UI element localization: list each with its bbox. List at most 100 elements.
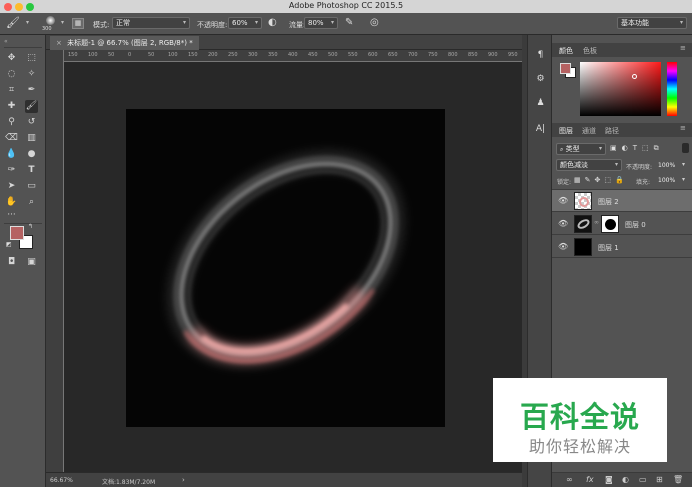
ruler-tick: 550 [348,52,358,58]
path-selection-tool-icon[interactable]: ➤ [5,180,18,193]
flow-input[interactable]: 80% ▾ [304,17,338,29]
dodge-tool-icon[interactable]: ● [25,148,38,161]
move-tool-icon[interactable]: ✥ [5,52,18,65]
properties-panel-icon[interactable]: ⚙ [534,73,547,86]
ruler-tick: 350 [268,52,278,58]
marquee-tool-icon[interactable]: ⬚ [25,52,38,65]
swap-colors-icon[interactable]: ↰ [28,223,33,230]
brush-picker-arrow-icon[interactable]: ▾ [61,19,64,26]
blur-tool-icon[interactable]: 💧 [5,148,18,161]
lasso-tool-icon[interactable]: ◌ [5,68,18,81]
zoom-tool-icon[interactable]: ⌕ [25,196,38,209]
brush-tool-icon[interactable]: 🖌 [6,16,20,29]
chevron-down-icon[interactable]: ▾ [682,176,685,183]
tab-color[interactable]: 颜色 [559,46,573,56]
quick-mask-icon[interactable]: ◘ [5,256,18,269]
flow-label: 流量: [289,21,306,29]
airbrush-icon[interactable]: ✎ [345,17,353,28]
add-mask-icon[interactable]: ◙ [605,475,613,484]
hue-slider[interactable] [667,62,677,116]
color-field[interactable] [580,62,661,116]
panel-collapse-icon[interactable]: « [4,38,8,45]
layer-filter-icons[interactable]: ▣◐T⬚⧉ [610,144,664,153]
hand-tool-icon[interactable]: ✋ [5,196,18,209]
brush-size-label: 300 [42,26,52,32]
adjustment-layer-icon[interactable]: ◐ [622,475,629,484]
pen-tool-icon[interactable]: ✑ [5,164,18,177]
close-tab-icon[interactable]: × [56,39,62,47]
visibility-eye-icon[interactable]: 👁 [558,242,568,251]
screen-mode-icon[interactable]: ▣ [25,256,38,269]
color-panel-fg-swatch[interactable] [560,63,571,74]
pressure-size-icon[interactable]: ◎ [370,17,379,28]
layer-row[interactable]: 👁 ∞ 图层 0 [552,213,692,235]
flow-value: 80% [308,19,324,27]
delete-layer-icon[interactable]: 🗑 [673,475,683,484]
layer-opacity-value[interactable]: 100% [658,162,675,169]
horizontal-ruler[interactable]: 150 100 50 0 50 100 150 200 250 300 350 … [64,50,522,62]
fill-value[interactable]: 100% [658,177,675,184]
character-panel-icon[interactable]: A| [534,123,547,136]
status-menu-arrow-icon[interactable]: › [182,476,185,484]
workspace-switcher[interactable]: 基本功能 ▾ [617,17,687,29]
visibility-eye-icon[interactable]: 👁 [558,219,568,228]
gradient-tool-icon[interactable]: ▥ [25,132,38,145]
new-layer-icon[interactable]: ⊞ [656,475,663,484]
healing-brush-tool-icon[interactable]: ✚ [5,100,18,113]
layer-thumbnail [574,215,592,233]
layer-style-icon[interactable]: fx [586,475,594,484]
default-colors-icon[interactable]: ◩ [6,241,12,248]
brush-panel-toggle-icon[interactable]: ▦ [72,18,84,29]
mask-link-icon[interactable]: ∞ [594,219,599,226]
zoom-level[interactable]: 66.67% [50,477,73,484]
tab-paths[interactable]: 路径 [605,126,619,136]
clone-stamp-tool-icon[interactable]: ⚲ [5,116,18,129]
pressure-opacity-icon[interactable]: ◐ [268,17,277,28]
tab-swatches[interactable]: 色板 [583,46,597,56]
document-tab[interactable]: × 未标题-1 @ 66.7% (图层 2, RGB/8*) * [50,36,199,50]
tool-preset-arrow-icon[interactable]: ▾ [26,19,29,26]
panel-menu-icon[interactable]: ≡ [680,124,686,132]
new-group-icon[interactable]: ▭ [639,475,647,484]
visibility-eye-icon[interactable]: 👁 [558,196,568,205]
filter-toggle[interactable] [682,143,689,153]
brush-preset-picker[interactable]: 300 [42,15,60,33]
lock-options-icons[interactable]: ▦✎✥⬚🔒 [574,176,628,184]
layer-mask-thumbnail[interactable] [601,215,619,233]
layer-row[interactable]: 👁 图层 1 [552,236,692,258]
document-info: 文档:1.83M/7.20M [102,479,156,486]
layer-thumbnail [574,238,592,256]
document-canvas[interactable] [126,109,445,427]
panel-menu-icon[interactable]: ≡ [680,44,686,52]
divider [4,223,42,224]
blend-mode-value: 正常 [116,19,130,27]
layer-row[interactable]: 👁 图层 2 [552,190,692,212]
more-tools-icon[interactable]: ··· [5,209,18,222]
layer-name[interactable]: 图层 0 [625,220,646,230]
tab-layers[interactable]: 图层 [559,126,573,136]
vertical-ruler[interactable] [46,50,64,472]
rectangle-tool-icon[interactable]: ▭ [25,180,38,193]
layer-filter-value: 类型 [565,145,580,153]
brush-presets-panel-icon[interactable]: ♟ [534,97,547,110]
brush-tool-icon[interactable]: 🖌 [25,100,38,113]
layer-filter-select[interactable]: ⌕ 类型 ▾ [556,143,606,155]
opacity-input[interactable]: 60% ▾ [228,17,262,29]
chevron-down-icon[interactable]: ▾ [682,161,685,168]
eyedropper-tool-icon[interactable]: ✒ [25,84,38,97]
foreground-color-swatch[interactable] [10,226,24,240]
blend-mode-select[interactable]: 正常 ▾ [112,17,190,29]
history-panel-icon[interactable]: ¶ [534,49,547,62]
layer-name[interactable]: 图层 1 [598,243,619,253]
crop-tool-icon[interactable]: ⌗ [5,84,18,97]
link-layers-icon[interactable]: ∞ [566,475,573,484]
color-picker-cursor[interactable] [632,74,637,79]
history-brush-tool-icon[interactable]: ↺ [25,116,38,129]
quick-selection-tool-icon[interactable]: ✧ [25,68,38,81]
type-tool-icon[interactable]: T [25,164,38,177]
layer-name[interactable]: 图层 2 [598,197,619,207]
layer-blend-mode-select[interactable]: 颜色减淡 ▾ [556,159,622,171]
layers-panel-tabs: 图层 通道 路径 ≡ [552,123,692,137]
tab-channels[interactable]: 通道 [582,126,596,136]
eraser-tool-icon[interactable]: ⌫ [5,132,18,145]
